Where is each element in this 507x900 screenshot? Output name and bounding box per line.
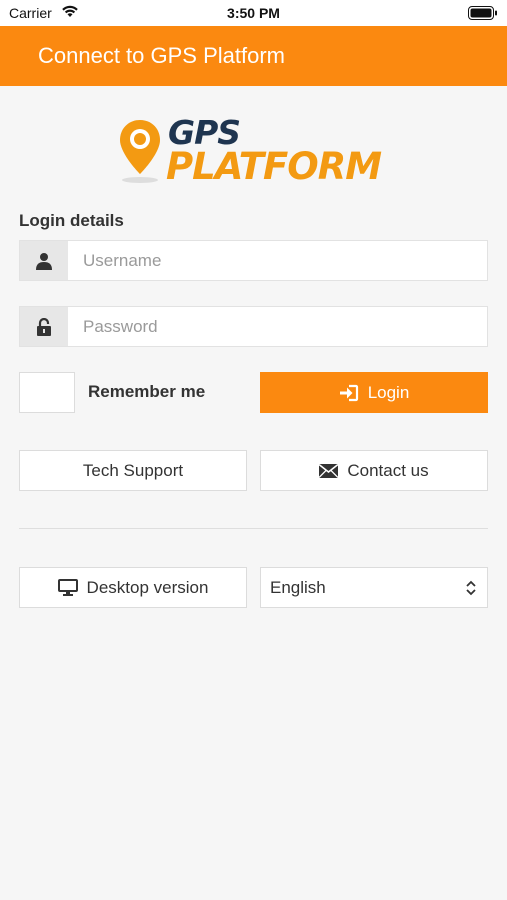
password-input[interactable]	[68, 307, 487, 346]
envelope-icon	[319, 463, 339, 478]
user-icon	[20, 241, 68, 280]
contact-us-button[interactable]: Contact us	[260, 450, 488, 491]
sign-in-icon	[339, 384, 359, 402]
username-row	[19, 240, 488, 281]
clock: 3:50 PM	[227, 5, 280, 21]
remember-me-checkbox[interactable]	[19, 372, 75, 413]
language-select[interactable]: English	[260, 567, 488, 608]
select-arrows-icon	[465, 580, 477, 601]
desktop-version-label: Desktop version	[86, 577, 209, 597]
password-row	[19, 306, 488, 347]
map-pin-icon	[120, 120, 160, 183]
divider	[19, 528, 488, 529]
monitor-icon	[57, 579, 78, 596]
remember-me-label[interactable]: Remember me	[88, 382, 205, 402]
desktop-version-button[interactable]: Desktop version	[19, 567, 247, 608]
app-header: Connect to GPS Platform	[0, 26, 507, 86]
tech-support-button[interactable]: Tech Support	[19, 450, 247, 491]
login-button-label: Login	[367, 382, 410, 402]
language-selected-value: English	[270, 578, 326, 597]
contact-us-label: Contact us	[347, 460, 429, 480]
logo-text-platform: PLATFORM	[166, 145, 382, 188]
username-input[interactable]	[68, 241, 487, 280]
login-button[interactable]: Login	[260, 372, 488, 413]
login-details-label: Login details	[19, 211, 124, 230]
lock-icon	[20, 307, 68, 346]
page-title: Connect to GPS Platform	[38, 43, 285, 68]
tech-support-label: Tech Support	[82, 460, 184, 480]
status-bar: Carrier 3:50 PM	[0, 0, 507, 26]
battery-icon	[468, 6, 498, 23]
